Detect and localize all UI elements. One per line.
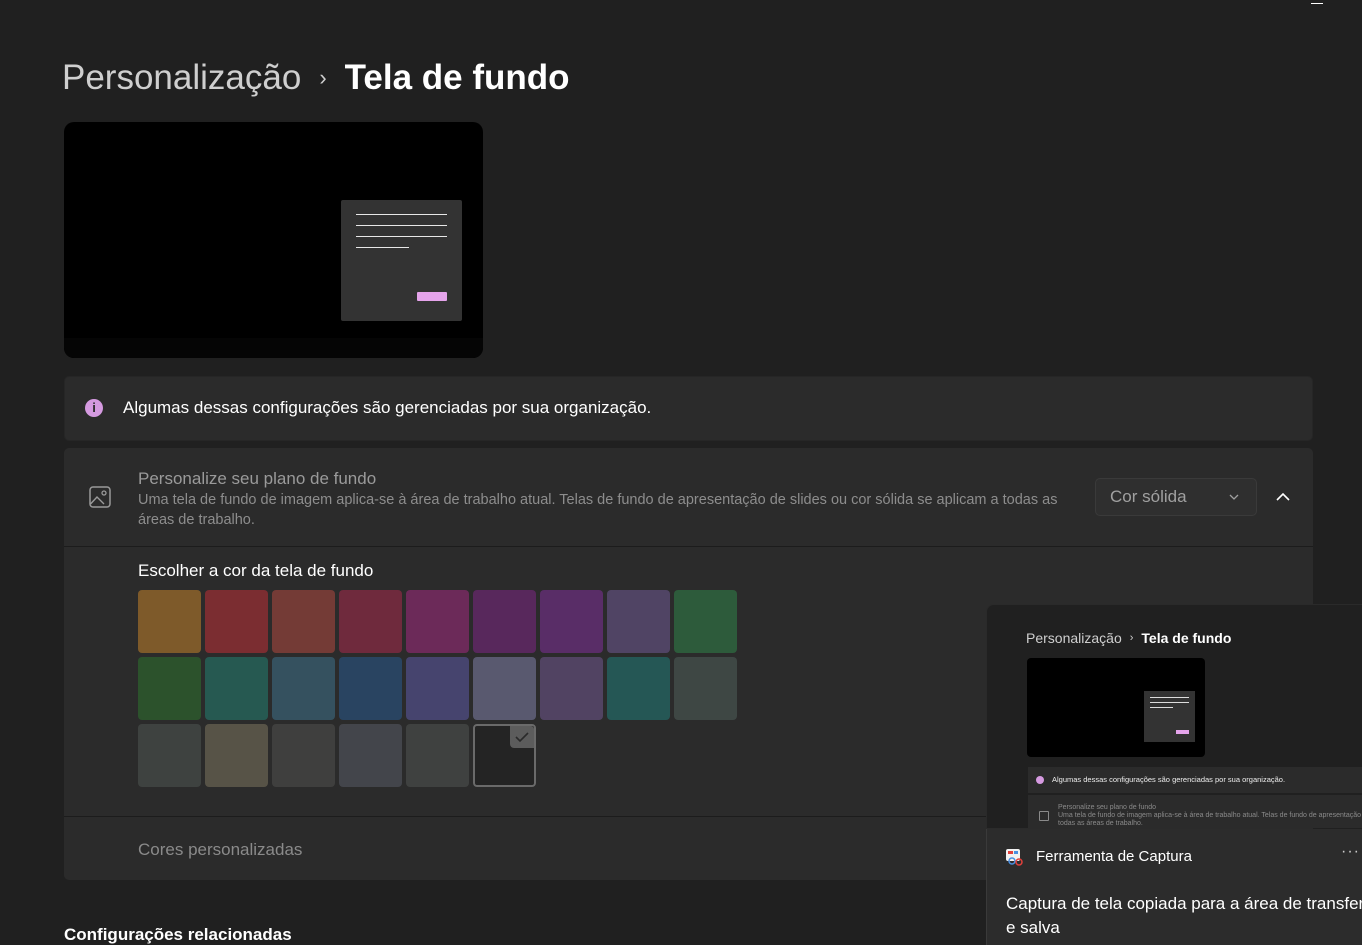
thumbnail-breadcrumb: Personalização › Tela de fundo bbox=[1026, 630, 1231, 646]
related-settings-heading: Configurações relacionadas bbox=[64, 925, 292, 944]
dropdown-value: Cor sólida bbox=[1110, 487, 1187, 506]
color-swatch[interactable] bbox=[272, 590, 335, 653]
more-options-icon[interactable]: ··· bbox=[1341, 843, 1360, 861]
breadcrumb: Personalização › Tela de fundo bbox=[62, 56, 570, 100]
color-swatch[interactable] bbox=[607, 657, 670, 720]
color-swatch[interactable] bbox=[272, 657, 335, 720]
color-swatch[interactable] bbox=[406, 590, 469, 653]
chevron-up-icon[interactable] bbox=[1269, 483, 1297, 511]
color-swatch[interactable] bbox=[339, 590, 402, 653]
page-title: Tela de fundo bbox=[344, 58, 570, 97]
palette-title: Escolher a cor da tela de fundo bbox=[138, 561, 374, 580]
breadcrumb-parent-link[interactable]: Personalização bbox=[62, 56, 301, 100]
thumbnail-breadcrumb-current: Tela de fundo bbox=[1141, 630, 1232, 646]
thumbnail-panel: Personalize seu plano de fundo Uma tela … bbox=[1028, 795, 1362, 828]
background-type-dropdown[interactable]: Cor sólida bbox=[1095, 478, 1257, 516]
notification-message: Captura de tela copiada para a área de t… bbox=[1006, 892, 1362, 940]
color-swatch[interactable] bbox=[339, 724, 402, 787]
preview-taskbar bbox=[64, 338, 483, 358]
color-swatch[interactable] bbox=[406, 724, 469, 787]
background-setting-title: Personalize seu plano de fundo bbox=[138, 469, 377, 488]
image-icon bbox=[89, 486, 111, 508]
minimize-button[interactable] bbox=[1311, 3, 1323, 4]
thumbnail-info-icon bbox=[1036, 776, 1044, 784]
color-swatch[interactable] bbox=[540, 657, 603, 720]
color-swatch[interactable] bbox=[138, 657, 201, 720]
thumbnail-panel-desc: Uma tela de fundo de imagem aplica-se à … bbox=[1058, 812, 1362, 819]
notification-app-name: Ferramenta de Captura bbox=[1036, 848, 1192, 865]
notification-message-line2: e salva bbox=[1006, 918, 1060, 937]
color-swatch[interactable] bbox=[138, 724, 201, 787]
color-swatch[interactable] bbox=[205, 590, 268, 653]
snipping-tool-icon bbox=[1006, 849, 1023, 866]
breadcrumb-separator-icon: › bbox=[319, 65, 327, 90]
thumbnail-breadcrumb-parent: Personalização bbox=[1026, 630, 1122, 646]
color-swatch[interactable] bbox=[607, 590, 670, 653]
thumbnail-info-text: Algumas dessas configurações são gerenci… bbox=[1052, 775, 1286, 784]
snipping-tool-notification[interactable]: Ferramenta de Captura ··· Captura de tel… bbox=[986, 829, 1362, 945]
desktop-preview bbox=[64, 122, 483, 358]
thumbnail-panel-desc-2: todas as áreas de trabalho. bbox=[1058, 820, 1143, 827]
color-swatch[interactable] bbox=[406, 657, 469, 720]
background-setting-description: Uma tela de fundo de imagem aplica-se à … bbox=[138, 492, 1058, 528]
color-swatch[interactable] bbox=[138, 590, 201, 653]
color-swatch[interactable] bbox=[674, 590, 737, 653]
color-swatch[interactable] bbox=[473, 657, 536, 720]
color-swatch[interactable] bbox=[473, 590, 536, 653]
thumbnail-preview-window bbox=[1144, 691, 1195, 742]
chevron-down-icon bbox=[1229, 494, 1239, 500]
checkmark-icon bbox=[510, 726, 534, 748]
preview-accent-button bbox=[417, 292, 447, 301]
color-swatch[interactable] bbox=[473, 724, 536, 787]
thumbnail-image-icon bbox=[1039, 811, 1049, 821]
custom-colors-label[interactable]: Cores personalizadas bbox=[138, 840, 302, 860]
snip-thumbnail[interactable]: Personalização › Tela de fundo Algumas d… bbox=[986, 604, 1362, 828]
color-swatch[interactable] bbox=[205, 724, 268, 787]
thumbnail-info-bar: Algumas dessas configurações são gerenci… bbox=[1028, 767, 1362, 793]
color-swatch[interactable] bbox=[339, 657, 402, 720]
color-swatch[interactable] bbox=[674, 657, 737, 720]
notification-message-line1: Captura de tela copiada para a área de t… bbox=[1006, 894, 1362, 913]
thumbnail-breadcrumb-separator-icon: › bbox=[1129, 632, 1134, 644]
divider bbox=[64, 546, 1313, 547]
color-swatch[interactable] bbox=[540, 590, 603, 653]
preview-window bbox=[341, 200, 462, 321]
thumbnail-desktop-preview bbox=[1027, 658, 1205, 757]
thumbnail-panel-title: Personalize seu plano de fundo bbox=[1058, 804, 1157, 811]
info-icon: i bbox=[85, 399, 103, 417]
info-text: Algumas dessas configurações são gerenci… bbox=[123, 398, 652, 417]
color-swatch[interactable] bbox=[205, 657, 268, 720]
color-palette bbox=[138, 590, 737, 787]
color-swatch[interactable] bbox=[272, 724, 335, 787]
